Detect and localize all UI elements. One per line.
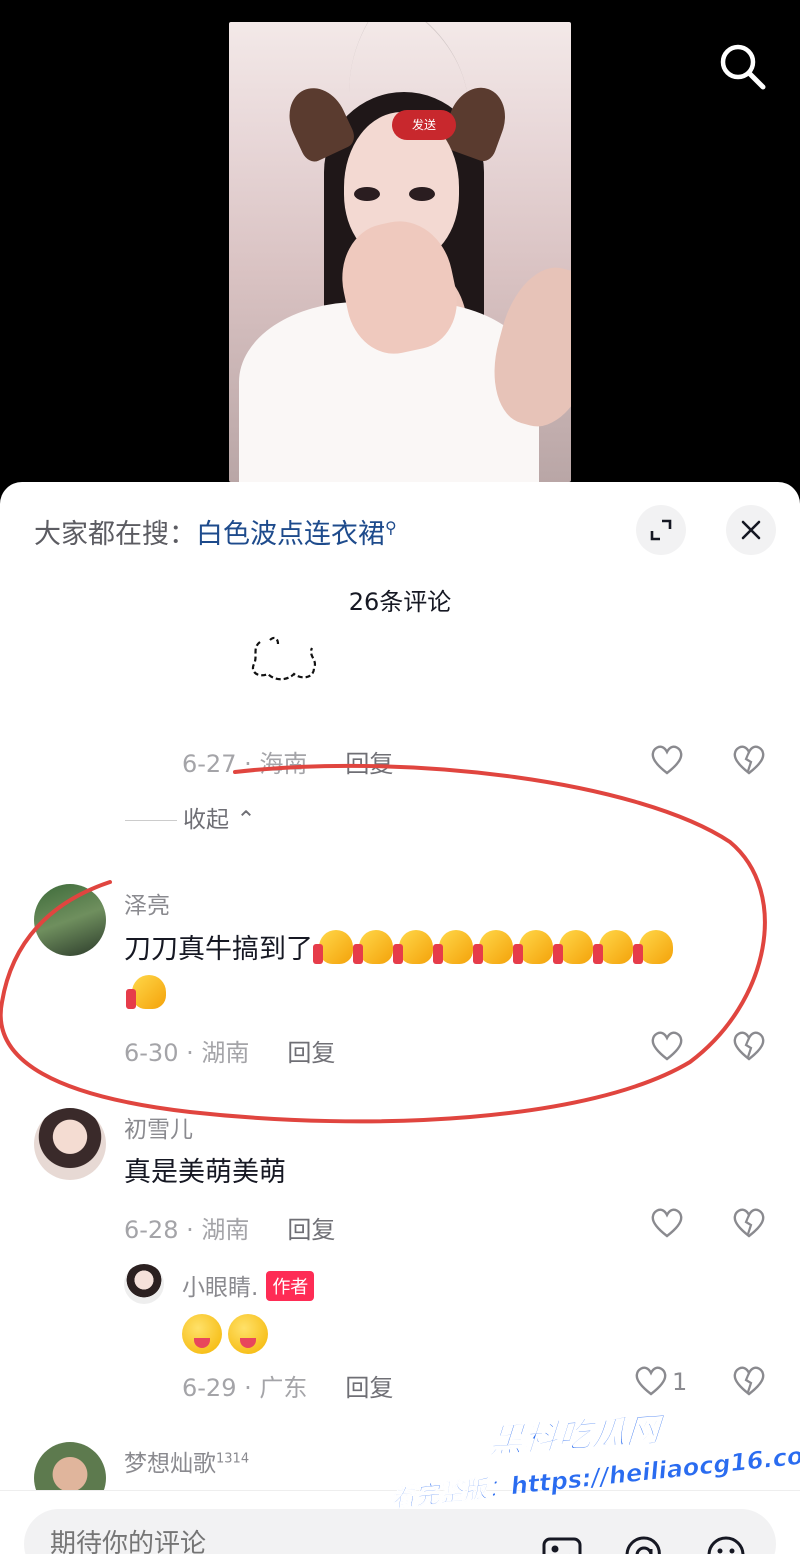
like-heart-icon[interactable] [650, 1207, 684, 1239]
expand-icon [650, 519, 672, 541]
red-annotation-circle [0, 763, 767, 1124]
reply-button[interactable]: 回复 [287, 1216, 335, 1244]
comment-author[interactable]: 初雪儿 [124, 1110, 193, 1144]
close-icon [741, 520, 761, 540]
video-player[interactable]: 发送 [0, 0, 800, 500]
trending-search-keyword[interactable]: 白色波点连衣裙 [196, 519, 385, 550]
search-icon[interactable] [716, 40, 768, 92]
comment-text: 真是美萌美萌 [124, 1157, 286, 1188]
close-button[interactable] [726, 505, 776, 555]
comment-count: 26条评论 [348, 588, 452, 616]
search-small-icon: ⚲ [385, 518, 397, 537]
comment-meta: 6-29 · 广东 回复 [182, 1374, 394, 1402]
tongue-out-emoji-icon [228, 1313, 268, 1354]
trending-search[interactable]: 大家都在搜：白色波点连衣裙⚲ [34, 512, 397, 551]
like-heart-icon[interactable] [634, 1365, 668, 1397]
like-count: 1 [672, 1368, 688, 1396]
trending-search-prefix: 大家都在搜： [34, 519, 196, 550]
comment-text [182, 1310, 274, 1355]
comment-author[interactable]: 梦想灿歌1314 [124, 1444, 249, 1478]
avatar[interactable] [124, 1264, 164, 1304]
reply-button[interactable]: 回复 [345, 1374, 393, 1402]
doodle-image [251, 636, 316, 681]
dislike-broken-heart-icon[interactable] [732, 1207, 766, 1239]
tongue-out-emoji-icon [182, 1313, 222, 1354]
comment-meta: 6-28 · 湖南 回复 [124, 1216, 336, 1244]
avatar[interactable] [34, 1108, 106, 1180]
author-badge: 作者 [266, 1271, 315, 1301]
watermark: 黑料吃瓜网 看完整版：https://heiliaocg16.com [390, 1408, 800, 1548]
video-frame[interactable]: 发送 [229, 22, 571, 482]
expand-button[interactable] [636, 505, 686, 555]
dislike-broken-heart-icon[interactable] [732, 1365, 766, 1397]
video-sticker: 发送 [392, 110, 456, 140]
comment-author[interactable]: 小眼睛. 作者 [182, 1268, 315, 1302]
comment-sheet: 大家都在搜：白色波点连衣裙⚲ 26条评论 6-27 · 海南 回复 收起 ⌃ 泽亮… [0, 482, 800, 1554]
